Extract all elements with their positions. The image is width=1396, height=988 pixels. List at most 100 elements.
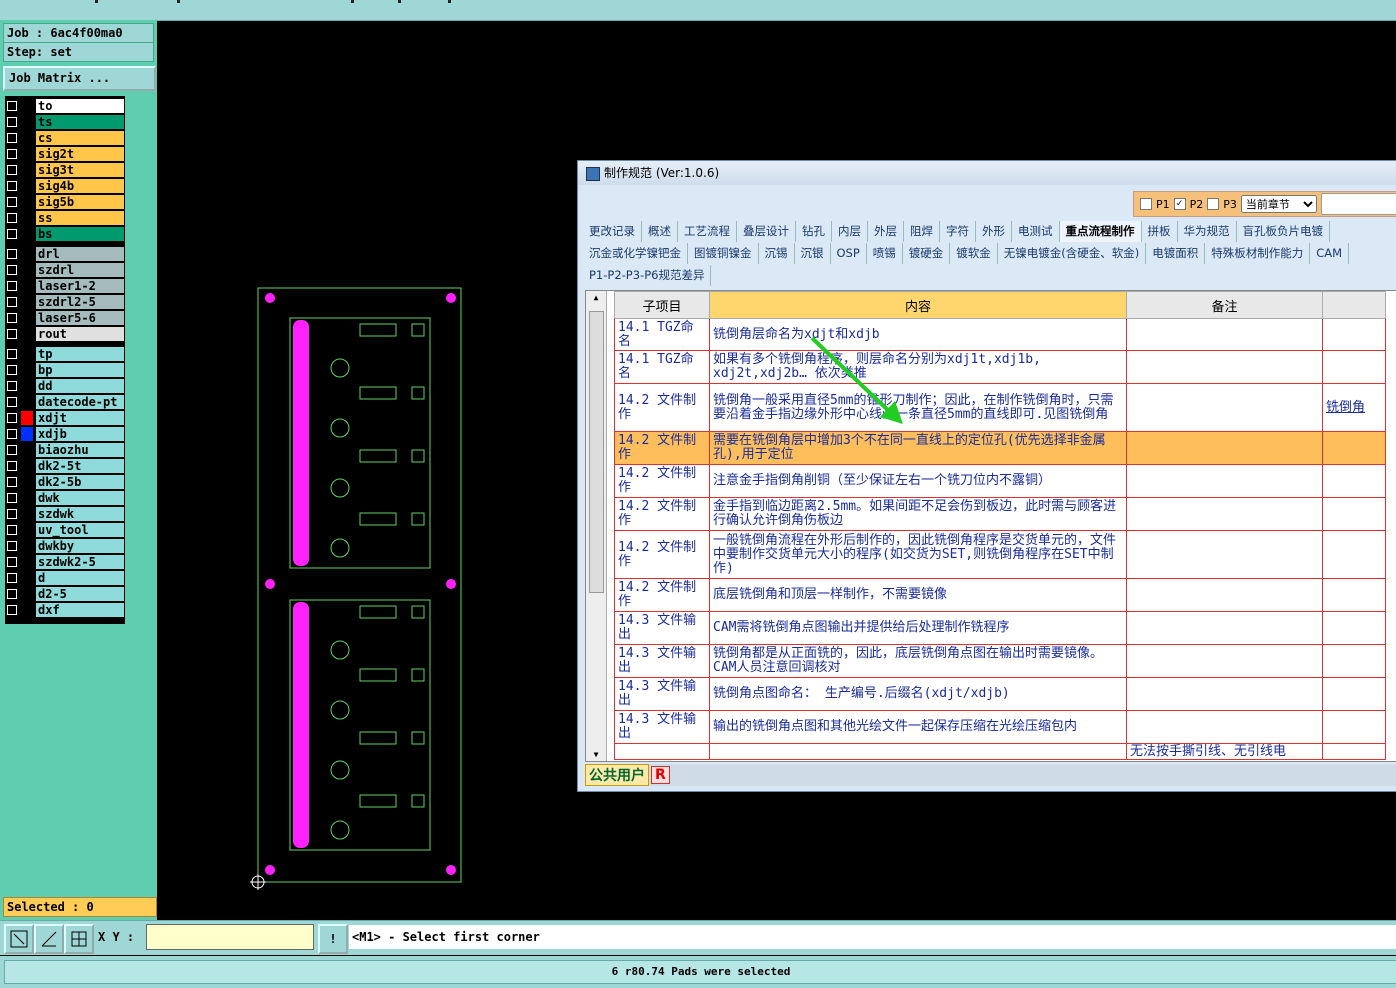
layer-checkbox[interactable] xyxy=(5,459,19,473)
table-row[interactable]: 14.2 文件制作 金手指到临边距离2.5mm。如果间距不足会伤到板边，此时需与顾… xyxy=(614,497,1386,531)
tab-13[interactable]: 华为规范 xyxy=(1178,221,1237,242)
cell-content[interactable]: 铣倒角点图命名： 生产编号.后缀名(xdjt/xdjb) xyxy=(709,677,1127,711)
cell-note[interactable] xyxy=(1126,318,1323,351)
layer-color-swatch[interactable] xyxy=(21,603,33,617)
layer-row[interactable]: dwk xyxy=(5,490,125,506)
layer-checkbox[interactable] xyxy=(5,195,19,209)
layer-color-swatch[interactable] xyxy=(21,131,33,145)
tab-9[interactable]: 电镀面积 xyxy=(1146,243,1206,264)
col-header-extra[interactable] xyxy=(1322,291,1386,319)
cell-note[interactable] xyxy=(1126,578,1323,612)
layer-row[interactable]: dwkby xyxy=(5,538,125,554)
layer-color-swatch[interactable] xyxy=(21,247,33,261)
cell-item[interactable]: 14.2 文件制作 xyxy=(614,530,710,579)
layer-row[interactable]: sig3t xyxy=(5,162,125,178)
cell-content[interactable]: 如果有多个铣倒角程序，则层命名分别为xdj1t,xdj1b, xdj2t,xdj… xyxy=(709,350,1127,384)
layer-checkbox[interactable] xyxy=(5,603,19,617)
layer-row[interactable]: dk2-5b xyxy=(5,474,125,490)
user-button[interactable]: 公共用户 xyxy=(585,764,649,786)
layer-row[interactable]: sig4b xyxy=(5,178,125,194)
layer-name[interactable]: d xyxy=(35,570,125,586)
layer-checkbox[interactable] xyxy=(5,327,19,341)
table-row[interactable]: 14.2 文件制作 注意金手指倒角削铜（至少保证左右一个铣刀位内不露铜） xyxy=(614,464,1386,498)
cell-extra[interactable] xyxy=(1322,743,1386,760)
layer-row[interactable]: d xyxy=(5,570,125,586)
layer-color-swatch[interactable] xyxy=(21,211,33,225)
table-row[interactable]: 无法按手撕引线、无引线电 xyxy=(614,743,1386,760)
table-row[interactable]: 14.3 文件输出 输出的铣倒角点图和其他光绘文件一起保存压缩在光绘压缩包内 xyxy=(614,710,1386,744)
table-row[interactable]: 14.3 文件输出 铣倒角点图命名： 生产编号.后缀名(xdjt/xdjb) xyxy=(614,677,1386,711)
tab-10[interactable]: 特殊板材制作能力 xyxy=(1205,243,1311,264)
layer-name[interactable]: bp xyxy=(35,362,125,378)
layer-checkbox[interactable] xyxy=(5,555,19,569)
search-field[interactable] xyxy=(1320,193,1396,215)
cell-content[interactable]: 金手指到临边距离2.5mm。如果间距不足会伤到板边，此时需与顾客进行确认允许倒角… xyxy=(709,497,1127,531)
tab-4[interactable]: 钻孔 xyxy=(796,221,832,242)
tab-11[interactable]: 重点流程制作 xyxy=(1059,221,1142,242)
cell-item[interactable]: 14.2 文件制作 xyxy=(614,578,710,612)
grid-snap-icon[interactable] xyxy=(64,924,94,954)
scroll-thumb[interactable] xyxy=(589,311,604,593)
tab-2[interactable]: 工艺流程 xyxy=(678,221,737,242)
layer-name[interactable]: dwk xyxy=(35,490,125,506)
cell-item[interactable]: 14.3 文件输出 xyxy=(614,677,710,711)
cell-note[interactable] xyxy=(1126,497,1323,531)
tab-8[interactable]: 无镍电镀金(含硬金、软金) xyxy=(998,243,1147,264)
layer-checkbox[interactable] xyxy=(5,411,19,425)
cell-extra[interactable] xyxy=(1322,350,1386,384)
layer-color-swatch[interactable] xyxy=(21,295,33,309)
layer-name[interactable]: to xyxy=(35,98,125,114)
layer-checkbox[interactable] xyxy=(5,427,19,441)
layer-row[interactable]: xdjb xyxy=(5,426,125,442)
layer-name[interactable]: laser5-6 xyxy=(35,310,125,326)
p1-checkbox[interactable] xyxy=(1140,198,1152,210)
layer-color-swatch[interactable] xyxy=(21,507,33,521)
layer-checkbox[interactable] xyxy=(5,347,19,361)
layer-color-swatch[interactable] xyxy=(21,379,33,393)
cell-note[interactable] xyxy=(1126,530,1323,579)
layer-checkbox[interactable] xyxy=(5,115,19,129)
layer-row[interactable]: ss xyxy=(5,210,125,226)
layer-name[interactable]: szdrl2-5 xyxy=(35,294,125,310)
layer-name[interactable]: sig5b xyxy=(35,194,125,210)
tab-5[interactable]: 内层 xyxy=(832,221,868,242)
layer-checkbox[interactable] xyxy=(5,311,19,325)
cell-content[interactable]: 一般铣倒角流程在外形后制作的，因此铣倒角程序是交货单元的，文件中要制作交货单元大… xyxy=(709,530,1127,579)
layer-color-swatch[interactable] xyxy=(21,347,33,361)
layer-row[interactable]: laser1-2 xyxy=(5,278,125,294)
cell-content[interactable]: CAM需将铣倒角点图输出并提供给后处理制作铣程序 xyxy=(709,611,1127,645)
layer-name[interactable]: ss xyxy=(35,210,125,226)
layer-row[interactable]: dxf xyxy=(5,602,125,618)
layer-color-swatch[interactable] xyxy=(21,263,33,277)
chamfer-rail[interactable] xyxy=(293,602,309,848)
cell-note[interactable] xyxy=(1126,611,1323,645)
layer-checkbox[interactable] xyxy=(5,147,19,161)
cell-extra[interactable] xyxy=(1322,431,1386,465)
cell-note[interactable] xyxy=(1126,710,1323,744)
layer-checkbox[interactable] xyxy=(5,395,19,409)
cell-content[interactable]: 需要在铣倒角层中增加3个不在同一直线上的定位孔(优先选择非金属孔),用于定位 xyxy=(709,431,1127,465)
layer-checkbox[interactable] xyxy=(5,163,19,177)
cell-item[interactable]: 14.2 文件制作 xyxy=(614,431,710,465)
layer-row[interactable]: biaozhu xyxy=(5,442,125,458)
tab-6[interactable]: 外层 xyxy=(868,221,904,242)
cell-item[interactable]: 14.3 文件输出 xyxy=(614,611,710,645)
layer-color-swatch[interactable] xyxy=(21,523,33,537)
layer-name[interactable]: dk2-5b xyxy=(35,474,125,490)
col-header-content[interactable]: 内容 xyxy=(709,291,1127,319)
layer-checkbox[interactable] xyxy=(5,539,19,553)
layer-row[interactable]: to xyxy=(5,98,125,114)
cell-extra[interactable] xyxy=(1322,677,1386,711)
layer-row[interactable]: rout xyxy=(5,326,125,342)
layer-name[interactable]: dd xyxy=(35,378,125,394)
layer-color-swatch[interactable] xyxy=(21,327,33,341)
table-row[interactable]: 14.2 文件制作 铣倒角一般采用直径5mm的锥形刀制作；因此，在制作铣倒角时，只… xyxy=(614,383,1386,432)
layer-name[interactable]: cs xyxy=(35,130,125,146)
layer-row[interactable]: szdwk xyxy=(5,506,125,522)
scroll-down-icon[interactable]: ▼ xyxy=(586,750,606,759)
cell-content[interactable] xyxy=(709,743,1127,760)
layer-checkbox[interactable] xyxy=(5,99,19,113)
layer-checkbox[interactable] xyxy=(5,363,19,377)
layer-row[interactable]: dd xyxy=(5,378,125,394)
cell-extra[interactable] xyxy=(1322,530,1386,579)
